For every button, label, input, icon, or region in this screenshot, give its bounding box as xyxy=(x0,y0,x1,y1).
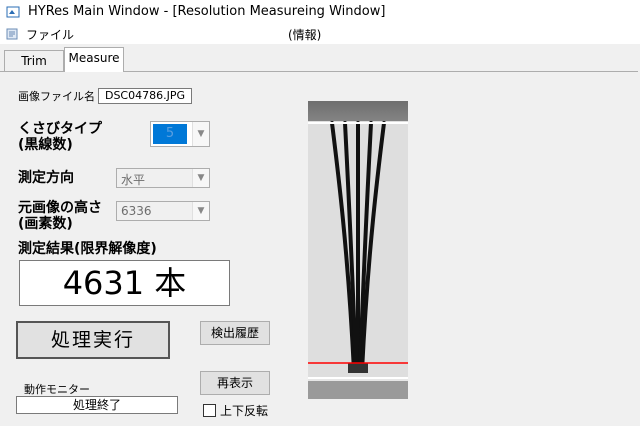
result-label: 測定結果(限界解像度) xyxy=(18,241,157,257)
original-height-label-line1: 元画像の高さ xyxy=(18,200,102,216)
result-display: 4631 本 xyxy=(19,260,230,306)
menu-file[interactable]: ファイル xyxy=(26,26,74,43)
direction-label: 測定方向 xyxy=(18,170,74,186)
original-height-value: 6336 xyxy=(121,204,152,218)
file-name-field: DSC04786.JPG xyxy=(98,88,192,104)
flip-checkbox[interactable] xyxy=(203,404,216,417)
redisplay-button[interactable]: 再表示 xyxy=(200,371,270,395)
original-height-label-line2: (画素数) xyxy=(18,216,73,232)
wedge-preview-image xyxy=(308,101,408,399)
menu-info[interactable]: (情報) xyxy=(288,26,321,43)
wedge-type-label-line1: くさびタイプ xyxy=(18,121,102,137)
wedge-type-label-line2: (黒線数) xyxy=(18,137,73,153)
chevron-down-icon: ▼ xyxy=(192,202,209,220)
direction-select[interactable]: 水平 ▼ xyxy=(116,168,210,188)
tab-strip: Trim Measure xyxy=(0,44,640,72)
flip-label: 上下反転 xyxy=(220,404,269,418)
tab-measure[interactable]: Measure xyxy=(64,47,124,72)
file-name-label: 画像ファイル名 xyxy=(18,90,95,103)
direction-value: 水平 xyxy=(121,173,146,187)
monitor-label: 動作モニター xyxy=(24,383,90,396)
title-bar: HYRes Main Window - [Resolution Measurei… xyxy=(0,0,640,24)
wedge-type-value: 5 xyxy=(153,124,187,144)
monitor-status: 処理終了 xyxy=(16,396,178,414)
original-height-select[interactable]: 6336 ▼ xyxy=(116,201,210,221)
wedge-chart-illustration xyxy=(308,101,408,399)
detection-history-button[interactable]: 検出履歴 xyxy=(200,321,270,345)
wedge-type-label: くさびタイプ (黒線数) xyxy=(18,121,102,153)
window-title: HYRes Main Window - [Resolution Measurei… xyxy=(28,4,386,19)
app-icon xyxy=(6,6,20,18)
menu-bar: ファイル (情報) xyxy=(0,24,640,44)
chevron-down-icon: ▼ xyxy=(192,169,209,187)
wedge-type-select[interactable]: 5 ▼ xyxy=(150,121,210,147)
tab-trim[interactable]: Trim xyxy=(4,50,64,71)
execute-button[interactable]: 処理実行 xyxy=(16,321,170,359)
chevron-down-icon: ▼ xyxy=(192,122,209,146)
original-height-label: 元画像の高さ (画素数) xyxy=(18,200,102,232)
document-icon xyxy=(6,28,18,40)
